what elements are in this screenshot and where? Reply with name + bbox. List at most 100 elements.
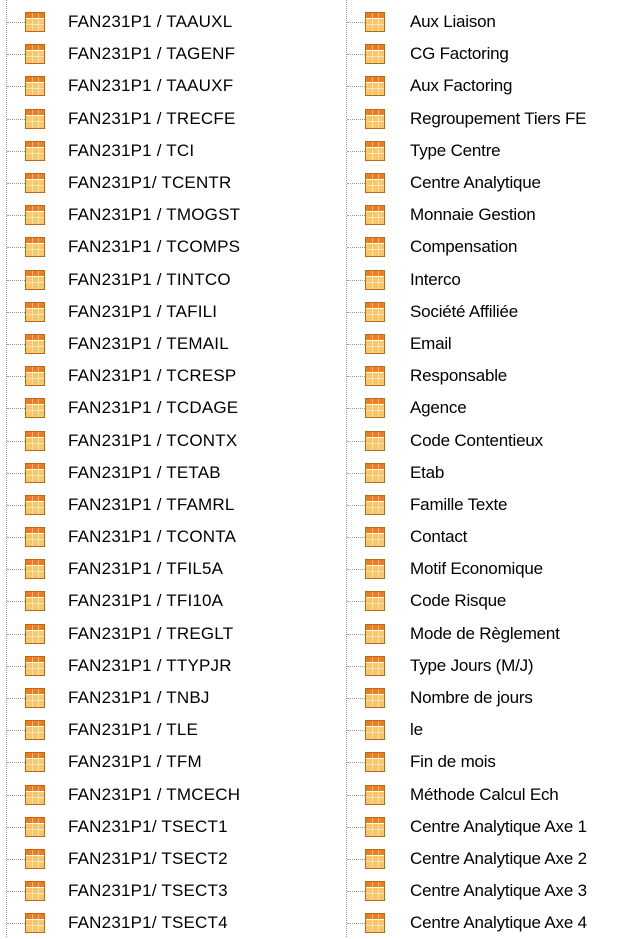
table-name-tree-item[interactable]: CG Factoring xyxy=(340,38,640,70)
table-code-tree-item[interactable]: FAN231P1 / TFM xyxy=(0,746,315,778)
table-name-tree-item[interactable]: Agence xyxy=(340,392,640,424)
table-name-item-label: Type Centre xyxy=(410,140,501,160)
table-code-tree-item[interactable]: FAN231P1 / TMOGST xyxy=(0,199,315,231)
table-name-tree-item[interactable]: Etab xyxy=(340,457,640,489)
table-code-tree-item[interactable]: FAN231P1/ TSECT4 xyxy=(0,907,315,939)
table-code-tree-item[interactable]: FAN231P1 / TCONTA xyxy=(0,521,315,553)
table-name-tree-item[interactable]: Mode de Règlement xyxy=(340,618,640,650)
table-code-item-label: FAN231P1/ TSECT4 xyxy=(68,913,228,933)
table-code-tree-item[interactable]: FAN231P1 / TINTCO xyxy=(0,264,315,296)
table-code-tree-item[interactable]: FAN231P1 / TFIL5A xyxy=(0,553,315,585)
table-icon xyxy=(25,591,45,612)
tree-connector xyxy=(347,279,365,281)
table-code-tree-item[interactable]: FAN231P1 / TRECFE xyxy=(0,103,315,135)
tree-connector xyxy=(347,762,365,764)
table-name-tree-item[interactable]: Centre Analytique Axe 4 xyxy=(340,907,640,939)
table-name-tree-item[interactable]: Famille Texte xyxy=(340,489,640,521)
table-code-tree-item[interactable]: FAN231P1 / TAGENF xyxy=(0,38,315,70)
table-icon xyxy=(25,623,45,644)
table-name-tree-item[interactable]: Email xyxy=(340,328,640,360)
table-code-item-label: FAN231P1 / TCONTA xyxy=(68,527,237,547)
table-icon xyxy=(25,559,45,580)
table-code-item-label: FAN231P1/ TSECT3 xyxy=(68,881,228,901)
table-icon xyxy=(365,269,385,290)
table-name-tree-item[interactable]: le xyxy=(340,714,640,746)
table-name-tree-item[interactable]: Regroupement Tiers FE xyxy=(340,103,640,135)
table-name-tree-item[interactable]: Fin de mois xyxy=(340,746,640,778)
tree-connector xyxy=(7,472,25,474)
tree-connector xyxy=(347,537,365,539)
table-code-tree-item[interactable]: FAN231P1 / TCONTX xyxy=(0,424,315,456)
table-name-item-label: le xyxy=(410,720,423,740)
table-name-tree-item[interactable]: Centre Analytique Axe 1 xyxy=(340,811,640,843)
table-name-tree-item[interactable]: Type Centre xyxy=(340,135,640,167)
table-name-tree-item[interactable]: Société Affiliée xyxy=(340,296,640,328)
table-code-tree-item[interactable]: FAN231P1 / TFI10A xyxy=(0,585,315,617)
table-code-tree-item[interactable]: FAN231P1 / TCOMPS xyxy=(0,231,315,263)
table-code-tree-item[interactable]: FAN231P1 / TREGLT xyxy=(0,618,315,650)
table-name-tree-item[interactable]: Code Risque xyxy=(340,585,640,617)
table-code-item-label: FAN231P1 / TFI10A xyxy=(68,591,224,611)
table-code-tree-item[interactable]: FAN231P1 / TCI xyxy=(0,135,315,167)
table-code-item-label: FAN231P1 / TFM xyxy=(68,752,202,772)
table-code-tree-item[interactable]: FAN231P1/ TSECT1 xyxy=(0,811,315,843)
table-code-tree-item[interactable]: FAN231P1 / TAAUXF xyxy=(0,70,315,102)
tree-connector xyxy=(7,730,25,732)
table-name-tree-item[interactable]: Centre Analytique xyxy=(340,167,640,199)
table-name-item-label: Société Affiliée xyxy=(410,301,519,321)
table-code-tree-item[interactable]: FAN231P1 / TTYPJR xyxy=(0,650,315,682)
table-label-tree: Aux Liaison CG Factoring Aux Factoring Regr… xyxy=(340,0,640,937)
table-name-tree-item[interactable]: Responsable xyxy=(340,360,640,392)
table-code-tree-item[interactable]: FAN231P1/ TCENTR xyxy=(0,167,315,199)
tree-connector xyxy=(7,762,25,764)
table-name-item-label: Code Contentieux xyxy=(410,430,543,450)
table-code-item-label: FAN231P1 / TAAUXL xyxy=(68,12,233,32)
table-name-tree-item[interactable]: Aux Factoring xyxy=(340,70,640,102)
tree-connector xyxy=(7,504,25,506)
table-name-tree-item[interactable]: Méthode Calcul Ech xyxy=(340,779,640,811)
table-code-tree-item[interactable]: FAN231P1 / TAFILI xyxy=(0,296,315,328)
table-icon xyxy=(365,301,385,322)
table-name-tree-item[interactable]: Interco xyxy=(340,264,640,296)
table-code-tree-item[interactable]: FAN231P1 / TFAMRL xyxy=(0,489,315,521)
table-icon xyxy=(25,333,45,354)
table-code-tree-item[interactable]: FAN231P1 / TETAB xyxy=(0,457,315,489)
table-name-tree-item[interactable]: Centre Analytique Axe 3 xyxy=(340,875,640,907)
table-code-tree-item[interactable]: FAN231P1 / TMCECH xyxy=(0,779,315,811)
table-code-tree-item[interactable]: FAN231P1 / TAAUXL xyxy=(0,6,315,38)
table-icon xyxy=(25,527,45,548)
tree-connector xyxy=(347,408,365,410)
table-code-tree-item[interactable]: FAN231P1 / TLE xyxy=(0,714,315,746)
tree-connector xyxy=(7,86,25,88)
table-icon xyxy=(25,140,45,161)
table-icon xyxy=(25,44,45,65)
table-code-tree-item[interactable]: FAN231P1/ TSECT2 xyxy=(0,843,315,875)
table-name-tree-item[interactable]: Nombre de jours xyxy=(340,682,640,714)
table-code-tree-item[interactable]: FAN231P1 / TCDAGE xyxy=(0,392,315,424)
table-code-tree-item[interactable]: FAN231P1/ TSECT3 xyxy=(0,875,315,907)
table-name-tree-item[interactable]: Centre Analytique Axe 2 xyxy=(340,843,640,875)
table-icon xyxy=(365,173,385,194)
table-name-tree-item[interactable]: Monnaie Gestion xyxy=(340,199,640,231)
tree-connector xyxy=(7,794,25,796)
table-name-tree-item[interactable]: Type Jours (M/J) xyxy=(340,650,640,682)
table-icon xyxy=(365,559,385,580)
table-name-tree-item[interactable]: Motif Economique xyxy=(340,553,640,585)
table-name-tree-item[interactable]: Aux Liaison xyxy=(340,6,640,38)
tree-connector xyxy=(7,891,25,893)
table-code-tree-item[interactable]: FAN231P1 / TNBJ xyxy=(0,682,315,714)
table-code-tree-item[interactable]: FAN231P1 / TEMAIL xyxy=(0,328,315,360)
tree-connector xyxy=(7,601,25,603)
table-name-tree-item[interactable]: Compensation xyxy=(340,231,640,263)
table-icon xyxy=(25,752,45,773)
table-code-item-label: FAN231P1/ TSECT1 xyxy=(68,816,228,836)
tree-connector xyxy=(7,343,25,345)
tree-connector xyxy=(347,601,365,603)
table-code-tree-item[interactable]: FAN231P1 / TCRESP xyxy=(0,360,315,392)
tree-connector xyxy=(347,22,365,24)
tree-connector xyxy=(7,150,25,152)
table-name-tree-item[interactable]: Code Contentieux xyxy=(340,424,640,456)
table-icon xyxy=(25,913,45,934)
table-name-tree-item[interactable]: Contact xyxy=(340,521,640,553)
table-icon xyxy=(365,720,385,741)
